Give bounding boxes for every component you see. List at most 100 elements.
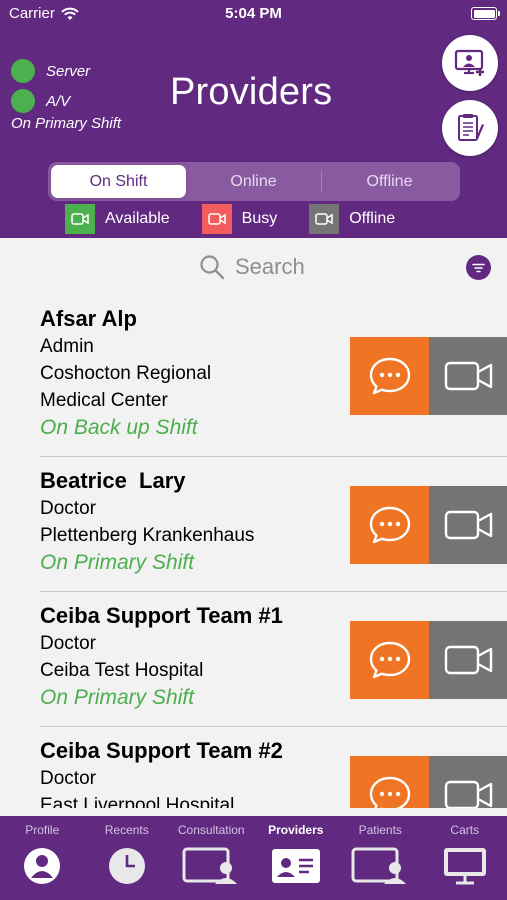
video-offline-icon (309, 204, 340, 234)
video-camera-icon (444, 361, 492, 391)
shift-filter-segmented-control: On Shift Online Offline (48, 162, 460, 201)
legend-label: Available (105, 210, 170, 227)
chat-button[interactable] (350, 486, 429, 564)
connection-indicators: Server A/V (11, 57, 90, 117)
tab-recents[interactable]: Recents (85, 816, 170, 900)
provider-actions (350, 621, 507, 699)
provider-role: Doctor (40, 498, 96, 519)
search-bar (0, 238, 507, 296)
shift-status-note: On Primary Shift (11, 115, 122, 132)
status-dot-icon (11, 89, 35, 113)
provider-role: Doctor (40, 633, 96, 654)
header: Carrier 5:04 PM Server A/V On Primary Sh… (0, 0, 507, 238)
provider-name: Afsar Alp (40, 306, 137, 331)
tab-label: Carts (450, 823, 480, 837)
search-input[interactable] (235, 252, 415, 282)
segment-offline[interactable]: Offline (322, 165, 457, 198)
provider-facility: Coshocton Regional (40, 363, 212, 384)
status-dot-icon (11, 59, 35, 83)
list-item[interactable]: Afsar Alp Admin Coshocton Regional Medic… (0, 305, 507, 457)
provider-actions (350, 337, 507, 415)
video-call-button[interactable] (429, 756, 507, 808)
list-item[interactable]: Ceiba Support Team #2 Doctor East Liverp… (0, 737, 507, 808)
video-call-button[interactable] (429, 621, 507, 699)
chat-button[interactable] (350, 337, 429, 415)
tab-consultation[interactable]: Consultation (169, 816, 254, 900)
tab-label: Profile (25, 823, 60, 837)
indicator-label: A/V (46, 92, 71, 110)
add-consultation-icon (454, 49, 484, 76)
provider-name: Beatrice Lary (40, 468, 186, 493)
patients-icon (351, 846, 409, 886)
provider-actions (350, 486, 507, 564)
clipboard-notes-icon (458, 114, 484, 141)
tab-profile[interactable]: Profile (0, 816, 85, 900)
provider-info: Afsar Alp Admin Coshocton Regional Medic… (40, 305, 345, 442)
add-consultation-button[interactable] (442, 35, 498, 91)
search-icon (200, 255, 225, 280)
legend-available: Available (65, 204, 170, 234)
provider-actions (350, 756, 507, 808)
segment-online[interactable]: Online (186, 165, 321, 198)
chat-bubble-icon (369, 776, 410, 808)
tab-carts[interactable]: Carts (423, 816, 507, 900)
person-icon (23, 846, 61, 886)
filter-button[interactable] (466, 255, 491, 280)
legend-busy: Busy (201, 204, 278, 234)
video-camera-icon (444, 645, 492, 675)
provider-info: Ceiba Support Team #1 Doctor Ceiba Test … (40, 602, 345, 712)
legend-label: Busy (241, 210, 278, 227)
row-separator (40, 726, 507, 727)
list-item[interactable]: Beatrice Lary Doctor Plettenberg Kranken… (0, 467, 507, 592)
availability-legend: Available Busy Offline (65, 204, 427, 234)
status-time: 5:04 PM (225, 5, 282, 22)
chat-bubble-icon (369, 641, 410, 679)
chat-bubble-icon (369, 357, 410, 395)
filter-icon (472, 263, 485, 272)
chat-button[interactable] (350, 621, 429, 699)
provider-role: Admin (40, 336, 94, 357)
provider-shift: On Primary Shift (40, 551, 195, 574)
video-available-icon (65, 204, 95, 234)
tab-bar: Profile Recents Consultation Providers P… (0, 816, 507, 900)
list-item[interactable]: Ceiba Support Team #1 Doctor Ceiba Test … (0, 602, 507, 727)
id-card-icon (271, 846, 321, 886)
provider-name: Ceiba Support Team #2 (40, 738, 283, 763)
row-separator (40, 591, 507, 592)
provider-name: Ceiba Support Team #1 (40, 603, 283, 628)
video-call-button[interactable] (429, 486, 507, 564)
tab-label: Recents (104, 823, 149, 837)
consultation-icon (182, 846, 240, 886)
video-camera-icon (444, 780, 492, 808)
video-camera-icon (444, 510, 492, 540)
tab-patients[interactable]: Patients (338, 816, 423, 900)
battery-icon (471, 7, 500, 20)
chat-button[interactable] (350, 756, 429, 808)
provider-shift: On Primary Shift (40, 686, 195, 709)
row-separator (40, 456, 507, 457)
tab-label: Patients (358, 823, 402, 837)
video-busy-icon (201, 204, 232, 234)
chat-bubble-icon (369, 506, 410, 544)
page-title: Providers (170, 71, 333, 113)
legend-label: Offline (349, 210, 396, 227)
legend-offline: Offline (309, 204, 395, 234)
provider-facility: Plettenberg Krankenhaus (40, 525, 255, 546)
status-bar: Carrier 5:04 PM (0, 0, 507, 30)
tab-label: Consultation (177, 823, 245, 837)
provider-info: Ceiba Support Team #2 Doctor East Liverp… (40, 737, 345, 808)
tab-label: Providers (268, 823, 324, 837)
provider-role: Doctor (40, 768, 96, 789)
av-indicator: A/V (11, 87, 90, 115)
clock-icon (108, 846, 146, 886)
provider-facility: Medical Center (40, 390, 168, 411)
server-indicator: Server (11, 57, 90, 85)
provider-shift: On Back up Shift (40, 416, 198, 439)
provider-facility: East Liverpool Hospital (40, 795, 235, 808)
tab-providers[interactable]: Providers (254, 816, 339, 900)
segment-on-shift[interactable]: On Shift (51, 165, 186, 198)
notes-button[interactable] (442, 100, 498, 156)
video-call-button[interactable] (429, 337, 507, 415)
provider-info: Beatrice Lary Doctor Plettenberg Kranken… (40, 467, 345, 577)
provider-facility: Ceiba Test Hospital (40, 660, 204, 681)
